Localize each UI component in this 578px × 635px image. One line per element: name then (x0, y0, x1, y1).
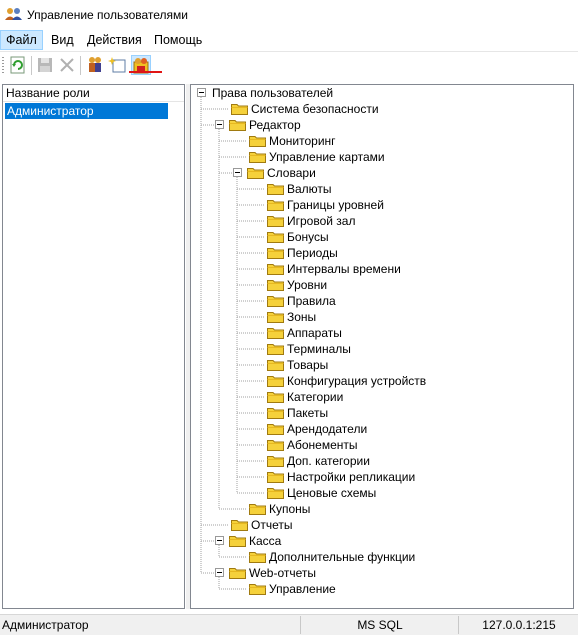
tree-node-label: Интервалы времени (287, 262, 401, 276)
delete-icon (60, 58, 74, 72)
folder-icon (267, 407, 284, 419)
new-item-button[interactable] (108, 55, 128, 75)
permissions-tree[interactable]: Права пользователей Система безопасности Р… (190, 84, 574, 609)
toolbar-separator (31, 56, 32, 75)
tree-node-label: Web-отчеты (249, 566, 317, 580)
tree-node-label: Купоны (269, 502, 311, 516)
status-bar: Администратор MS SQL 127.0.0.1:215 (0, 614, 578, 635)
folder-icon (267, 279, 284, 291)
tree-node-label: Валюты (287, 182, 332, 196)
folder-icon (247, 167, 264, 179)
save-button[interactable] (35, 55, 55, 75)
tree-node-label: Границы уровней (287, 198, 384, 212)
tree-node-label: Бонусы (287, 230, 329, 244)
tree-node-label: Зоны (287, 310, 317, 324)
folder-icon (267, 439, 284, 451)
menu-file[interactable]: Файл (0, 30, 43, 50)
folder-icon (229, 119, 246, 131)
tree-node-label: Периоды (287, 246, 338, 260)
folder-icon (267, 375, 284, 387)
tree-node-label: Дополнительные функции (269, 550, 416, 564)
folder-icon (249, 151, 266, 163)
tree-node-label: Редактор (249, 118, 301, 132)
folder-icon (267, 295, 284, 307)
folder-icon (267, 391, 284, 403)
folder-icon (267, 311, 284, 323)
status-database: MS SQL (300, 616, 459, 634)
toolbar-separator (80, 56, 81, 75)
tree-node-label: Игровой зал (287, 214, 356, 228)
toolbar (0, 51, 578, 79)
tree-node-label: Уровни (287, 278, 328, 292)
refresh-icon (10, 56, 25, 74)
refresh-button[interactable] (8, 55, 28, 75)
folder-icon (267, 231, 284, 243)
folder-icon (267, 327, 284, 339)
folder-icon (267, 423, 284, 435)
roles-list[interactable]: Название роли Администратор (2, 84, 185, 609)
tree-node-label: Терминалы (287, 342, 351, 356)
save-icon (38, 58, 52, 72)
folder-icon (249, 503, 266, 515)
folder-icon (231, 103, 248, 115)
role-row[interactable]: Администратор (5, 103, 168, 119)
folder-icon (267, 183, 284, 195)
menu-actions[interactable]: Действия (82, 31, 147, 49)
tree-node-label: Товары (287, 358, 329, 372)
tree-node-label: Аппараты (287, 326, 342, 340)
status-user: Администратор (2, 618, 89, 632)
users-button[interactable] (85, 55, 105, 75)
tree-node-label: Пакеты (287, 406, 329, 420)
tree-node-label: Мониторинг (269, 134, 336, 148)
new-item-icon (108, 57, 126, 73)
tree-node-label: Настройки репликации (287, 470, 416, 484)
tree-node-label: Управление картами (269, 150, 385, 164)
folder-icon (229, 567, 246, 579)
folder-icon (267, 471, 284, 483)
tree-node-label: Отчеты (251, 518, 293, 532)
users-icon (5, 8, 22, 20)
tree-node-label: Доп. категории (287, 454, 370, 468)
collapse-toggle-icon[interactable] (215, 568, 224, 577)
folder-icon (267, 263, 284, 275)
folder-icon (267, 215, 284, 227)
collapse-toggle-icon[interactable] (233, 168, 242, 177)
folder-icon (267, 455, 284, 467)
roles-column-header[interactable]: Название роли (3, 85, 184, 102)
menu-help[interactable]: Помощь (149, 31, 207, 49)
collapse-toggle-icon[interactable] (197, 88, 206, 97)
tree-node-label: Категории (287, 390, 344, 404)
toolbar-highlight (129, 71, 162, 73)
tree-node-label: Права пользователей (212, 86, 334, 100)
collapse-toggle-icon[interactable] (215, 120, 224, 129)
users-icon (89, 57, 101, 72)
folder-icon (249, 583, 266, 595)
tree-node-label: Словари (267, 166, 316, 180)
folder-icon (249, 551, 266, 563)
folder-icon (267, 199, 284, 211)
tree-node-label: Арендодатели (287, 422, 368, 436)
folder-icon (231, 519, 248, 531)
folder-icon (229, 535, 246, 547)
delete-button[interactable] (57, 55, 77, 75)
tree-node-label: Абонементы (287, 438, 358, 452)
tree-node-label: Ценовые схемы (287, 486, 377, 500)
folder-icon (267, 359, 284, 371)
tree-node-label: Управление (269, 582, 336, 596)
folder-icon (249, 135, 266, 147)
collapse-toggle-icon[interactable] (215, 536, 224, 545)
menu-view[interactable]: Вид (46, 31, 79, 49)
tree-node-label: Конфигурация устройств (287, 374, 427, 388)
tree-node-label: Касса (249, 534, 282, 548)
tree-node-label: Правила (287, 294, 336, 308)
status-host: 127.0.0.1:215 (458, 616, 578, 634)
window-title: Управление пользователями (27, 8, 188, 22)
folder-icon (267, 487, 284, 499)
menu-bar: Файл Вид Действия Помощь (0, 30, 578, 50)
title-bar: Управление пользователями (0, 0, 578, 30)
toolbar-grip[interactable] (2, 57, 4, 74)
folder-icon (267, 247, 284, 259)
folder-icon (267, 343, 284, 355)
tree-node-label: Система безопасности (251, 102, 379, 116)
